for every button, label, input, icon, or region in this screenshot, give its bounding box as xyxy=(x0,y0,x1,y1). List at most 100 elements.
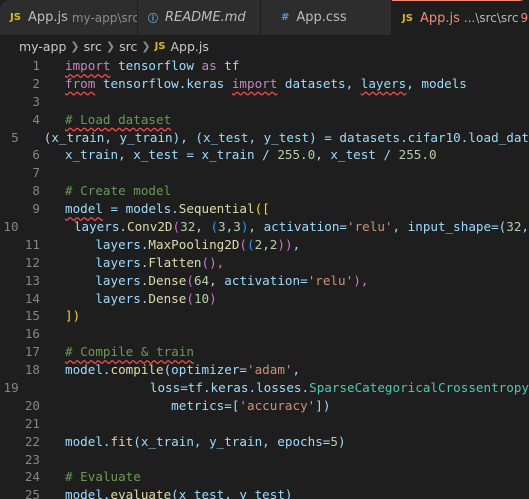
code-token: compile xyxy=(110,362,164,378)
code-token: metrics=[ xyxy=(171,397,240,413)
code-token: )) xyxy=(277,236,293,252)
line-number: 14 xyxy=(24,290,40,306)
breadcrumb-item[interactable]: src xyxy=(84,39,102,54)
code-line: 4 # Load dataset xyxy=(0,111,529,129)
code-token: datasets, xyxy=(277,75,361,91)
code-line: 24 # Evaluate xyxy=(0,468,529,486)
chevron-right-icon: ❯ xyxy=(141,39,151,53)
css-hash-icon: # xyxy=(281,12,290,23)
code-token: import xyxy=(231,75,278,91)
code-comment: # Evaluate xyxy=(65,469,141,485)
code-token: model xyxy=(65,201,103,217)
javascript-icon: JS xyxy=(402,12,413,24)
code-line: 11 layers.MaxPooling2D((2,2)), xyxy=(0,236,529,254)
code-token: , xyxy=(292,362,301,378)
tab-path: ...\src\src xyxy=(463,11,519,25)
code-line: 14 layers.Dense(10) xyxy=(0,290,529,308)
code-token: ( xyxy=(186,272,194,288)
code-token: model. xyxy=(65,487,111,499)
code-line: 12 layers.Flatten(), xyxy=(0,254,529,272)
code-line: 13 layers.Dense(64, activation='relu'), xyxy=(0,272,529,290)
line-number: 21 xyxy=(24,415,40,431)
line-number: 7 xyxy=(32,165,40,181)
breadcrumb: my-app ❯ src ❯ src ❯ JS App.js xyxy=(0,35,529,57)
code-token: SparseCategoricalCrossentropy xyxy=(309,380,529,396)
code-token: (optimizer= xyxy=(163,362,247,378)
code-token: ( xyxy=(186,290,194,306)
info-icon: ⓘ xyxy=(148,14,158,25)
code-token: , input_shape=( xyxy=(392,219,507,235)
breadcrumb-item[interactable]: src xyxy=(119,39,137,54)
breadcrumb-item[interactable]: App.js xyxy=(171,39,209,54)
code-token: (x_train, y_train), (x_test, y_test) = d… xyxy=(43,129,529,145)
code-line: 20 metrics=['accuracy']) xyxy=(0,397,529,415)
code-token: , xyxy=(195,219,211,235)
tab-label: App.js xyxy=(27,10,68,25)
tab-app-css[interactable]: # App.css xyxy=(261,0,392,35)
code-line: 16 xyxy=(0,325,529,343)
code-token: MaxPooling2D xyxy=(148,236,240,252)
tab-readme[interactable]: ⓘ README.md xyxy=(138,0,261,35)
code-token: as xyxy=(201,58,217,73)
code-token: import xyxy=(65,58,111,73)
code-token: 10 xyxy=(193,290,210,306)
code-token: , xyxy=(292,236,301,252)
code-token: layers xyxy=(360,75,407,91)
code-token: (), xyxy=(201,254,225,270)
code-token: layers. xyxy=(73,219,128,235)
code-token: model. xyxy=(65,362,111,378)
line-number: 3 xyxy=(32,93,40,109)
tab-app-js-my-app[interactable]: JS App.js my-app\src xyxy=(0,0,138,35)
javascript-icon: JS xyxy=(10,12,21,23)
line-number: 12 xyxy=(24,254,40,270)
line-number: 13 xyxy=(24,272,40,288)
code-token: 64 xyxy=(193,272,210,288)
code-token: Conv2D xyxy=(127,219,173,235)
code-line: 22 model.fit(x_train, y_train, epochs=5) xyxy=(0,433,529,451)
code-token: 5 xyxy=(330,433,338,449)
code-token: evaluate xyxy=(110,487,172,499)
code-token: ) xyxy=(337,433,346,449)
chevron-right-icon: ❯ xyxy=(105,39,116,53)
code-line: 3 xyxy=(0,93,529,111)
code-token: 3 xyxy=(233,219,241,235)
chevron-right-icon: ❯ xyxy=(70,39,80,53)
code-token: layers. xyxy=(95,254,149,270)
code-token: Dense xyxy=(148,272,187,288)
code-token: 'accuracy' xyxy=(239,397,316,413)
code-token: fit xyxy=(110,433,134,449)
breadcrumb-item[interactable]: my-app xyxy=(19,39,66,54)
code-line: 19 loss=tf.keras.losses.SparseCategorica… xyxy=(0,379,529,397)
code-line: 7 xyxy=(0,164,529,182)
code-comment: # Compile & train xyxy=(65,344,194,360)
line-number: 2 xyxy=(32,75,40,91)
code-token: tf xyxy=(216,58,240,73)
tab-app-js-active[interactable]: JS App.js ...\src\src 9+ xyxy=(392,0,529,35)
code-comment: # Create model xyxy=(65,183,172,199)
code-token: ( xyxy=(172,219,181,235)
code-token: , x_test / xyxy=(315,147,399,163)
code-token: Flatten xyxy=(148,254,202,270)
code-line: 1 import tensorflow as tf xyxy=(0,57,529,75)
code-token: loss=tf.keras.losses. xyxy=(149,380,310,396)
line-number: 11 xyxy=(24,236,40,252)
code-token: 'adam' xyxy=(246,362,293,378)
code-line: 6 x_train, x_test = x_train / 255.0, x_t… xyxy=(0,146,529,164)
code-token: layers. xyxy=(95,236,149,252)
code-token: , activation= xyxy=(209,272,308,288)
line-number: 19 xyxy=(3,380,19,396)
editor-window: JS App.js my-app\src ⓘ README.md # App.c… xyxy=(0,0,529,499)
line-number: 4 xyxy=(32,111,40,127)
code-token: , activation= xyxy=(248,219,347,235)
line-number: 18 xyxy=(24,362,40,378)
code-token: ) xyxy=(209,290,217,306)
line-number: 9 xyxy=(32,201,40,217)
code-token: ( xyxy=(247,236,255,252)
code-line: 15 ]) xyxy=(0,307,529,325)
code-token: layers. xyxy=(95,290,149,306)
code-line: 21 xyxy=(0,415,529,433)
tab-label: App.js xyxy=(419,10,460,26)
code-token: Dense xyxy=(148,290,187,306)
code-editor[interactable]: 1 import tensorflow as tf 2 from tensorf… xyxy=(0,57,529,499)
line-number: 17 xyxy=(24,344,40,360)
